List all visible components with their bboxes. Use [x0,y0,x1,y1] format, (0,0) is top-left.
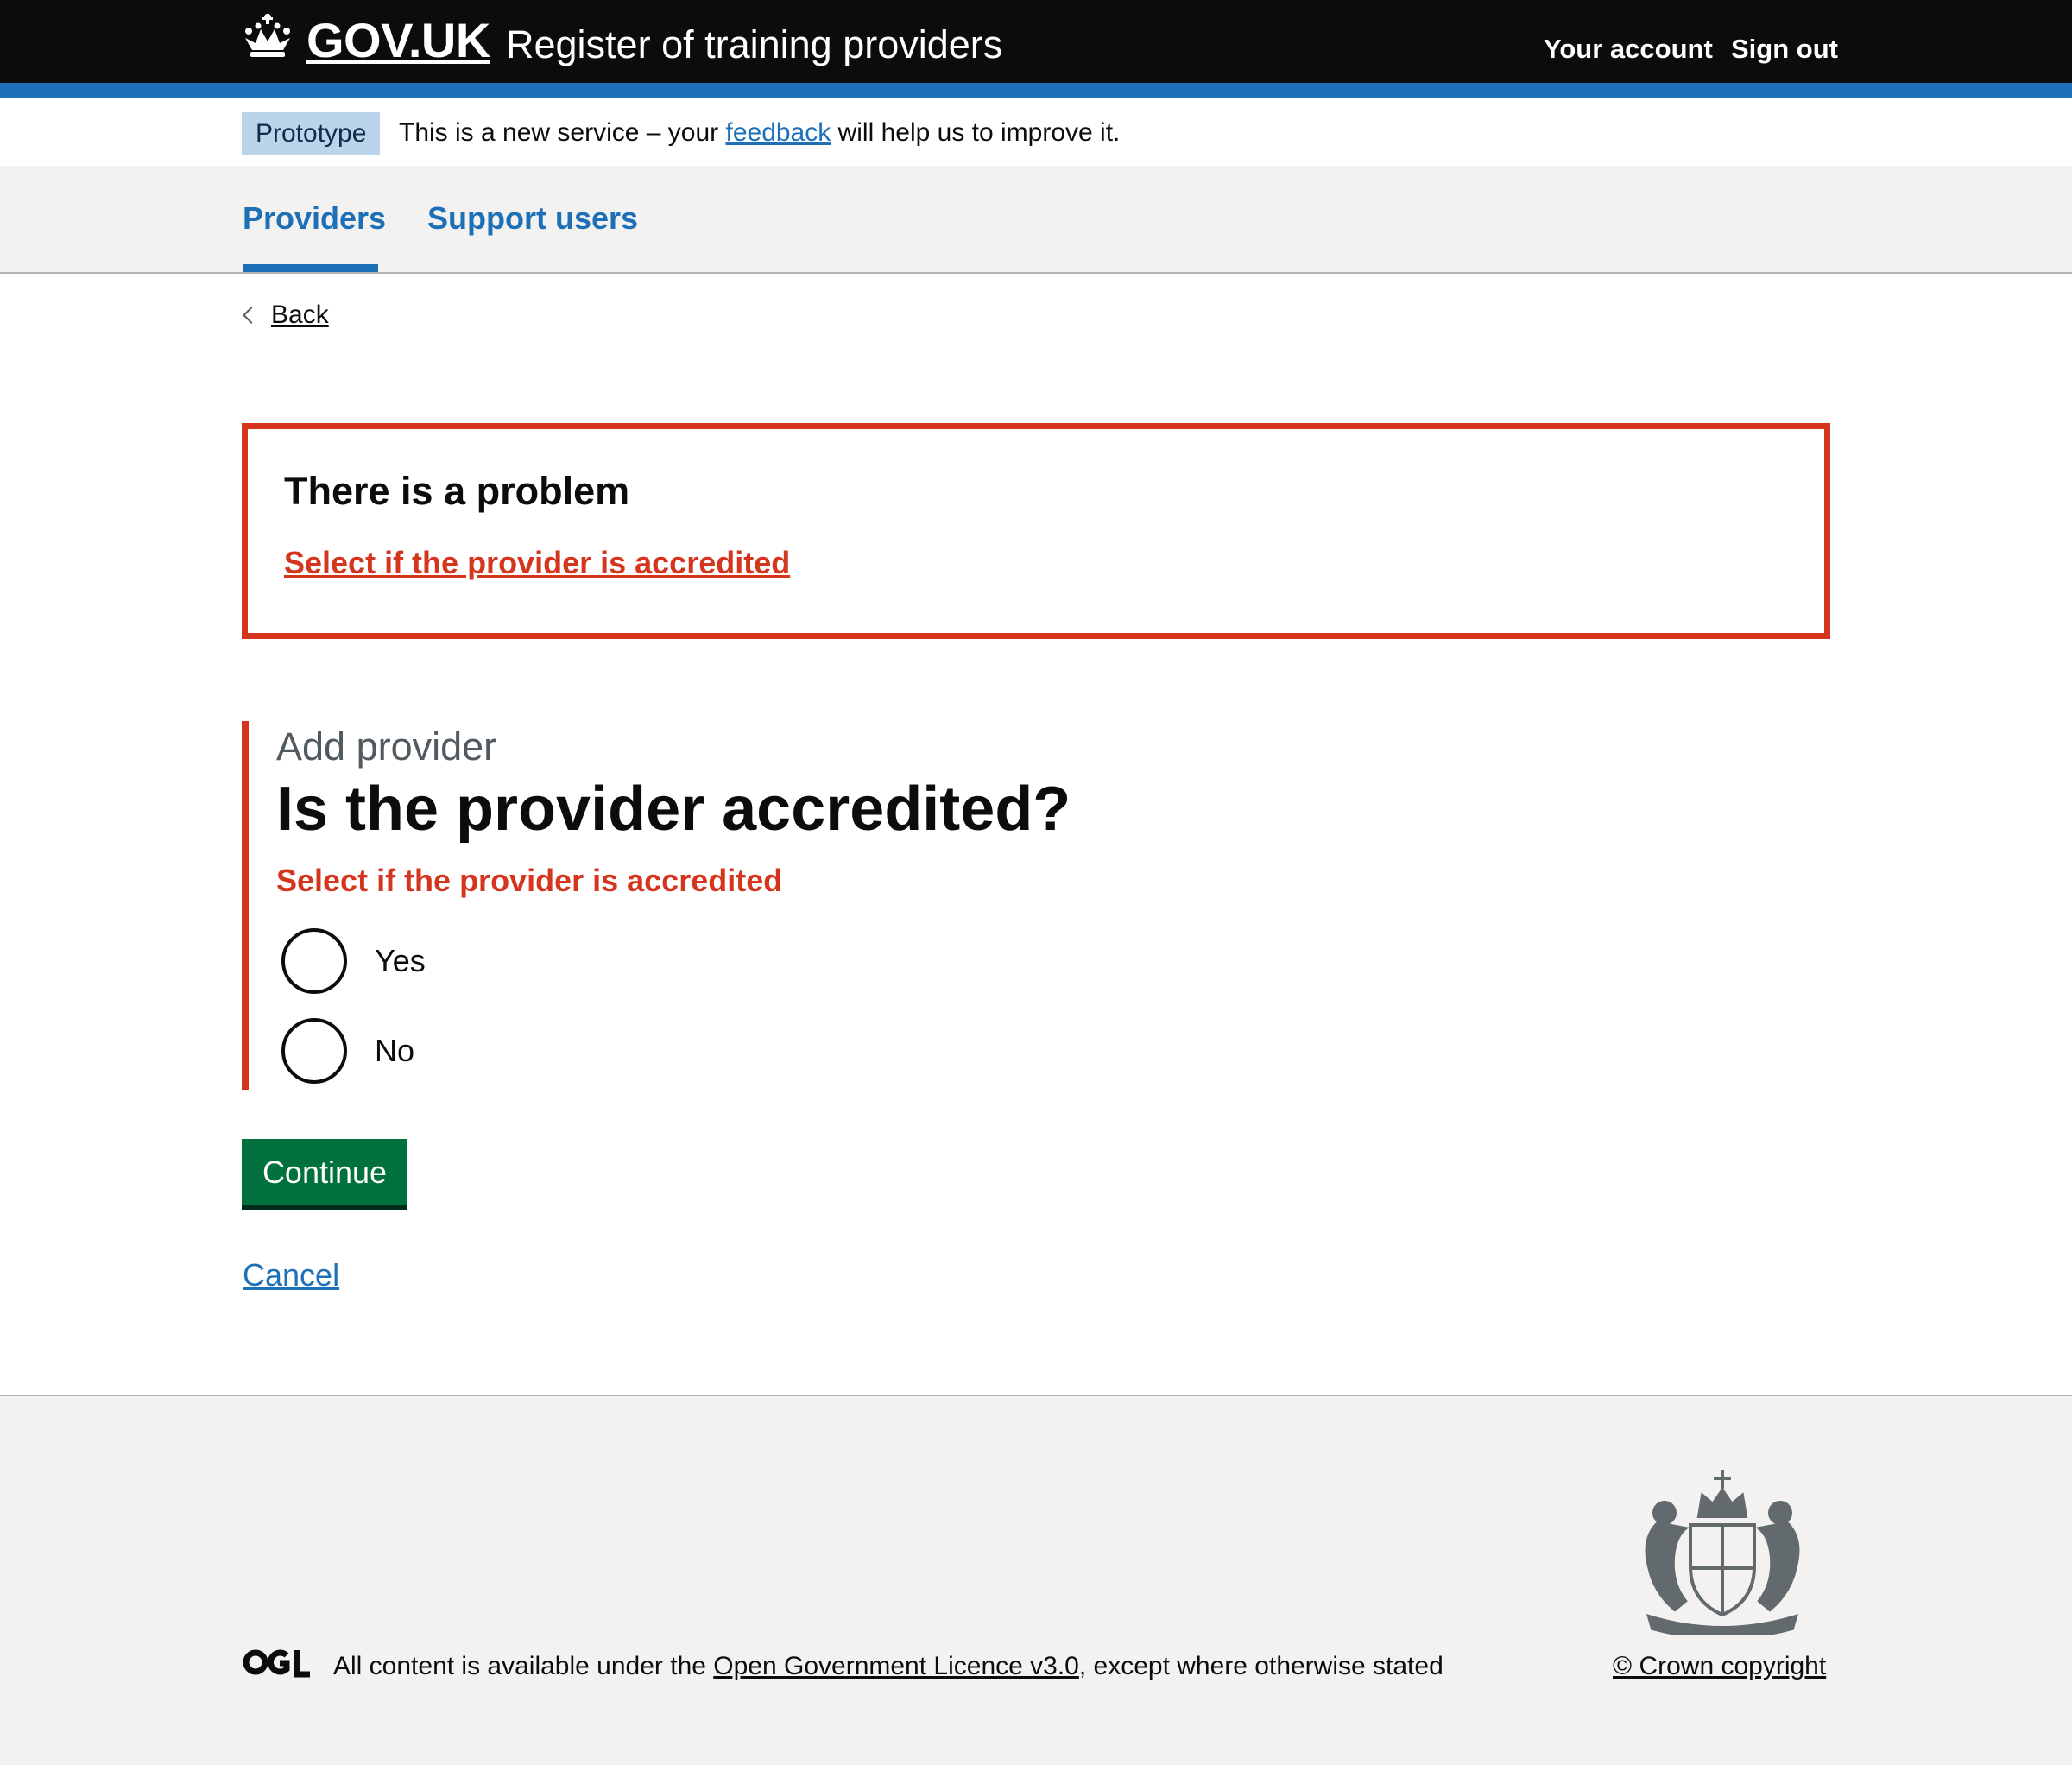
continue-button[interactable]: Continue [242,1139,407,1205]
open-government-licence-link[interactable]: Open Government Licence v3.0 [713,1652,1079,1680]
radio-label-no[interactable]: No [375,1029,414,1072]
header-blue-bar [0,83,2072,98]
phase-banner: Prototype This is a new service – your f… [0,98,2072,166]
page-caption: Add provider [276,724,497,769]
radio-option-yes[interactable]: Yes [281,928,426,994]
radio-button-yes[interactable] [281,928,347,994]
error-summary: There is a problem Select if the provide… [242,423,1830,639]
page-title: Is the provider accredited? [276,775,1071,844]
licence-text-before: All content is available under the [333,1652,714,1680]
primary-navigation: Providers Support users [0,166,2072,274]
cancel-link[interactable]: Cancel [243,1254,339,1297]
feedback-link[interactable]: feedback [725,118,831,147]
site-footer: All content is available under the Open … [0,1395,2072,1765]
govuk-logo-link[interactable]: GOV.UK [306,10,490,71]
back-link[interactable]: Back [242,295,329,335]
phase-text-after: will help us to improve it. [831,118,1121,147]
radio-option-no[interactable]: No [281,1018,414,1084]
phase-banner-text: This is a new service – your feedback wi… [399,113,1120,153]
crown-copyright-link[interactable]: © Crown copyright [1613,1647,1826,1686]
error-summary-link[interactable]: Select if the provider is accredited [284,541,790,585]
ogl-logo-icon [243,1649,310,1678]
nav-active-indicator [243,264,378,272]
your-account-link[interactable]: Your account [1544,29,1713,69]
site-header: GOV.UK Register of training providers Yo… [0,0,2072,83]
back-link-label: Back [271,300,329,329]
licence-text: All content is available under the Open … [333,1647,1443,1686]
crown-icon [245,14,290,57]
error-summary-title: There is a problem [284,469,630,513]
phase-tag: Prototype [242,112,381,155]
royal-coat-of-arms-icon [1645,1470,1800,1635]
service-name-link[interactable]: Register of training providers [506,17,1002,73]
sign-out-link[interactable]: Sign out [1731,29,1838,69]
nav-item-providers[interactable]: Providers [243,197,386,240]
field-error-message: Select if the provider is accredited [276,863,783,898]
accredited-form-group: Add provider Is the provider accredited?… [242,721,1450,1090]
phase-text-before: This is a new service – your [399,118,726,147]
licence-text-after: , except where otherwise stated [1078,1652,1443,1680]
nav-item-support-users[interactable]: Support users [427,197,638,240]
radio-label-yes[interactable]: Yes [375,939,426,983]
radio-button-no[interactable] [281,1018,347,1084]
chevron-left-icon [243,307,260,324]
